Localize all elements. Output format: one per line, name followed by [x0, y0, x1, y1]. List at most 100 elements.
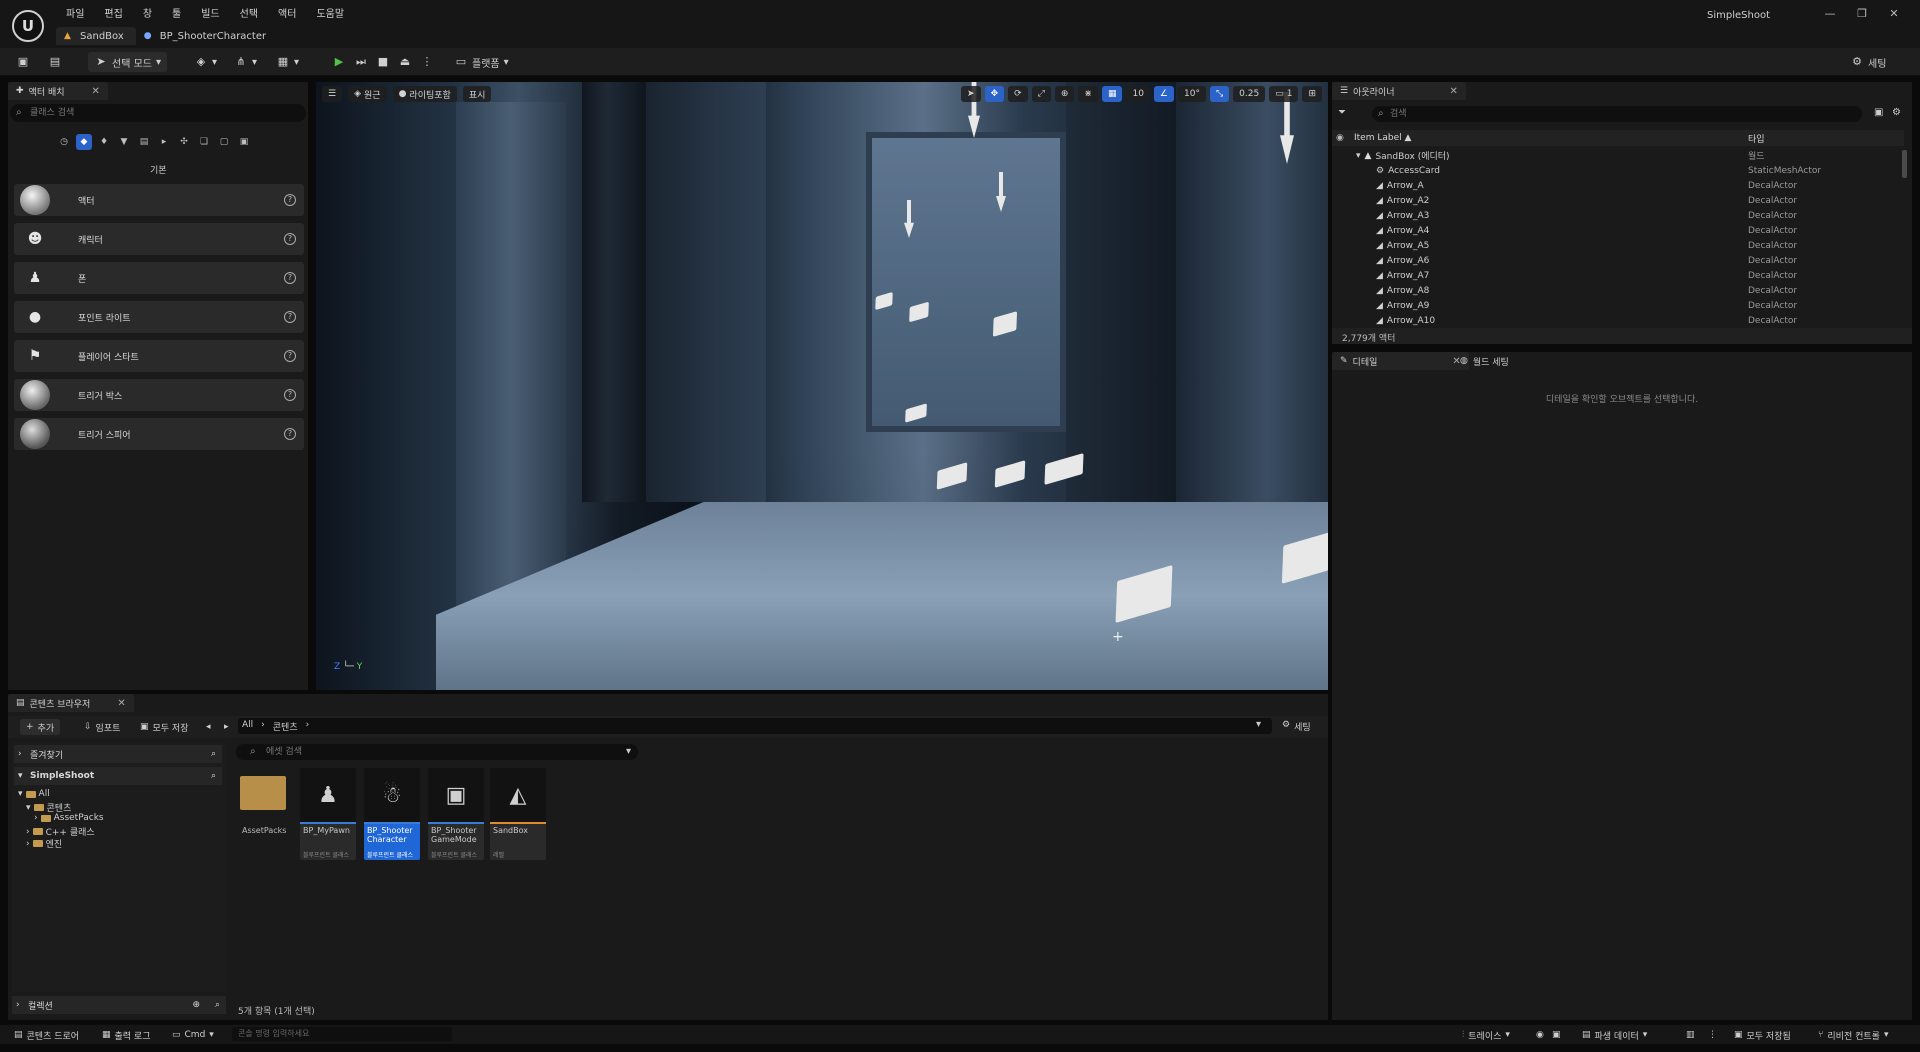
tab-place-actors[interactable]: ✚ 액터 배치 ✕	[8, 82, 108, 100]
eye-icon[interactable]: ◉	[1336, 133, 1344, 143]
menu-actor[interactable]: 액터	[268, 8, 306, 22]
viewport-menu-button[interactable]: ☰	[322, 86, 343, 102]
basic-filter-icon[interactable]: ◆	[76, 134, 92, 150]
settings-dropdown[interactable]: ⚙ 세팅	[1850, 52, 1886, 72]
scale-snap-button[interactable]: ⤡	[1209, 86, 1230, 102]
stop-button[interactable]: ■	[376, 52, 390, 72]
outliner-row[interactable]: ◢ Arrow_A3 DecalActor	[1332, 208, 1904, 223]
stats-button[interactable]: ▥	[1686, 1028, 1695, 1042]
derived-data-dropdown[interactable]: ▤ 파생 데이터 ▾	[1582, 1028, 1647, 1042]
favorites-header[interactable]: › 즐겨찾기 ⌕	[14, 745, 222, 763]
place-item-point-light[interactable]: ● 포인트 라이트 ?	[14, 301, 304, 333]
more-button[interactable]: ⋮	[1708, 1028, 1717, 1042]
place-item-character[interactable]: ☻ 캐릭터 ?	[14, 223, 304, 255]
revision-control-dropdown[interactable]: ⑂ 리비전 컨트롤 ▾	[1818, 1028, 1888, 1042]
search-icon[interactable]: ⌕	[211, 749, 216, 759]
asset-tile[interactable]: ▣ BP_Shooter GameMode 블루프린트 클래스	[428, 768, 484, 860]
filter-icon[interactable]: ⏷	[1338, 107, 1346, 118]
cinematics-button[interactable]: ▦ ▾	[276, 52, 299, 72]
tab-world-settings[interactable]: ◍ 월드 세팅	[1452, 352, 1517, 370]
scale-snap-value[interactable]: 0.25	[1233, 86, 1266, 102]
level-viewport[interactable]: + ☰ ◈ 원근 ● 라이팅포함 표시 ➤ ✥ ⟳ ⤢ ⊕ ⋇ ▦ 10 ∠ 10°…	[316, 82, 1328, 690]
help-icon[interactable]: ?	[284, 194, 296, 206]
outliner-row[interactable]: ◢ Arrow_A4 DecalActor	[1332, 223, 1904, 238]
search-icon[interactable]: ⌕	[215, 1000, 220, 1010]
menu-help[interactable]: 도움말	[306, 8, 354, 22]
select-mode-dropdown[interactable]: ➤ 선택 모드 ▾	[88, 52, 168, 72]
unreal-logo-icon[interactable]: U	[12, 10, 44, 42]
lights-icon[interactable]: ♦	[96, 134, 112, 150]
close-button[interactable]: ✕	[1878, 6, 1910, 22]
tab-content-browser[interactable]: ▤ 콘텐츠 브라우저 ✕	[8, 694, 134, 712]
outliner-search-input[interactable]: ⌕ 검색	[1372, 106, 1862, 122]
shapes-icon[interactable]: ▼	[116, 134, 132, 150]
class-search-input[interactable]: ⌕ 클래스 검색	[10, 104, 306, 122]
import-button[interactable]: ⇩ 임포트	[78, 719, 126, 735]
grid-snap-button[interactable]: ▦	[1101, 86, 1123, 102]
help-icon[interactable]: ?	[284, 311, 296, 323]
menu-window[interactable]: 창	[133, 8, 162, 22]
expand-arrow-icon[interactable]: ▾	[1356, 151, 1361, 161]
add-button[interactable]: + 추가	[20, 719, 61, 735]
place-item-trigger-box[interactable]: 트리거 박스 ?	[14, 379, 304, 411]
record-button[interactable]: ◉	[1536, 1028, 1544, 1042]
close-icon[interactable]: ✕	[92, 86, 100, 97]
asset-tile[interactable]: ◭ SandBox 레벨	[490, 768, 546, 860]
grid-snap-value[interactable]: 10	[1126, 86, 1150, 102]
chevron-down-icon[interactable]: ▾	[1256, 719, 1261, 730]
chevron-down-icon[interactable]: ▾	[626, 746, 631, 757]
breadcrumb-all[interactable]: All	[242, 720, 253, 733]
save-all-status[interactable]: ▣ 모두 저장됨	[1734, 1028, 1791, 1042]
outliner-row-root[interactable]: ▾ ▲ SandBox (에디터) 월드	[1332, 148, 1904, 163]
show-button[interactable]: 표시	[462, 86, 492, 102]
gear-icon[interactable]: ⚙	[1892, 107, 1901, 118]
outliner-row[interactable]: ◢ Arrow_A7 DecalActor	[1332, 268, 1904, 283]
translate-tool-button[interactable]: ✥	[984, 86, 1005, 102]
content-drawer-button[interactable]: ▤ 콘텐츠 드로어	[14, 1028, 79, 1042]
blueprints-button[interactable]: ⋔ ▾	[234, 52, 257, 72]
tree-item-all[interactable]: ▾ All	[18, 789, 50, 799]
volumes-icon[interactable]: ✣	[176, 134, 192, 150]
content-settings-button[interactable]: ⚙ 세팅	[1282, 720, 1311, 733]
tree-item-assetpacks[interactable]: › AssetPacks	[34, 813, 104, 823]
maximize-button[interactable]: ❐	[1846, 6, 1878, 22]
outliner-row[interactable]: ◢ Arrow_A2 DecalActor	[1332, 193, 1904, 208]
place-item-trigger-sphere[interactable]: 트리거 스피어 ?	[14, 418, 304, 450]
help-icon[interactable]: ?	[284, 272, 296, 284]
play-options-button[interactable]: ⋮	[420, 52, 434, 72]
tab-sandbox[interactable]: ▲ SandBox	[56, 27, 136, 45]
select-tool-button[interactable]: ➤	[961, 86, 981, 102]
tree-item-engine[interactable]: › 엔진	[26, 837, 62, 851]
add-actor-button[interactable]: ◈ ▾	[194, 52, 217, 72]
tab-outliner[interactable]: ☰ 아웃라이너 ✕	[1332, 82, 1466, 100]
rotate-tool-button[interactable]: ⟳	[1008, 86, 1028, 102]
tab-bp-shooter-character[interactable]: ● BP_ShooterCharacter	[136, 27, 278, 45]
visual-effects-icon[interactable]: ▸	[156, 134, 172, 150]
add-circle-icon[interactable]: ⊕	[192, 1000, 200, 1010]
place-item-actor[interactable]: 액터 ?	[14, 184, 304, 216]
close-icon[interactable]: ✕	[117, 698, 125, 709]
geometry-icon[interactable]: ❏	[196, 134, 212, 150]
camera-speed-button[interactable]: ▭ 1	[1269, 86, 1299, 102]
asset-folder-assetpacks[interactable]	[240, 772, 288, 812]
outliner-row[interactable]: ⚙ AccessCard StaticMeshActor	[1332, 163, 1904, 178]
save-all-button[interactable]: ▣ 모두 저장	[134, 719, 195, 735]
all-classes-icon[interactable]: ▢	[216, 134, 232, 150]
more-icon[interactable]: ▣	[236, 134, 252, 150]
output-log-button[interactable]: ▦ 출력 로그	[102, 1028, 151, 1042]
help-icon[interactable]: ?	[284, 428, 296, 440]
outliner-scrollbar[interactable]	[1902, 150, 1907, 178]
rotation-snap-button[interactable]: ∠	[1153, 86, 1174, 102]
search-icon[interactable]: ⌕	[211, 771, 216, 781]
forward-button[interactable]: ▸	[218, 719, 235, 735]
platforms-dropdown[interactable]: ▭ 플랫폼 ▾	[454, 52, 509, 72]
save-button[interactable]: ▣	[16, 52, 30, 72]
place-item-pawn[interactable]: ♟ 폰 ?	[14, 262, 304, 294]
outliner-row[interactable]: ◢ Arrow_A DecalActor	[1332, 178, 1904, 193]
tab-details[interactable]: ✎ 디테일 ✕	[1332, 352, 1469, 370]
project-header[interactable]: ▾ SimpleShoot ⌕	[14, 767, 222, 785]
back-button[interactable]: ◂	[200, 719, 217, 735]
menu-select[interactable]: 선택	[230, 8, 268, 22]
scale-tool-button[interactable]: ⤢	[1031, 86, 1051, 102]
screenshot-button[interactable]: ▣	[1552, 1028, 1561, 1042]
